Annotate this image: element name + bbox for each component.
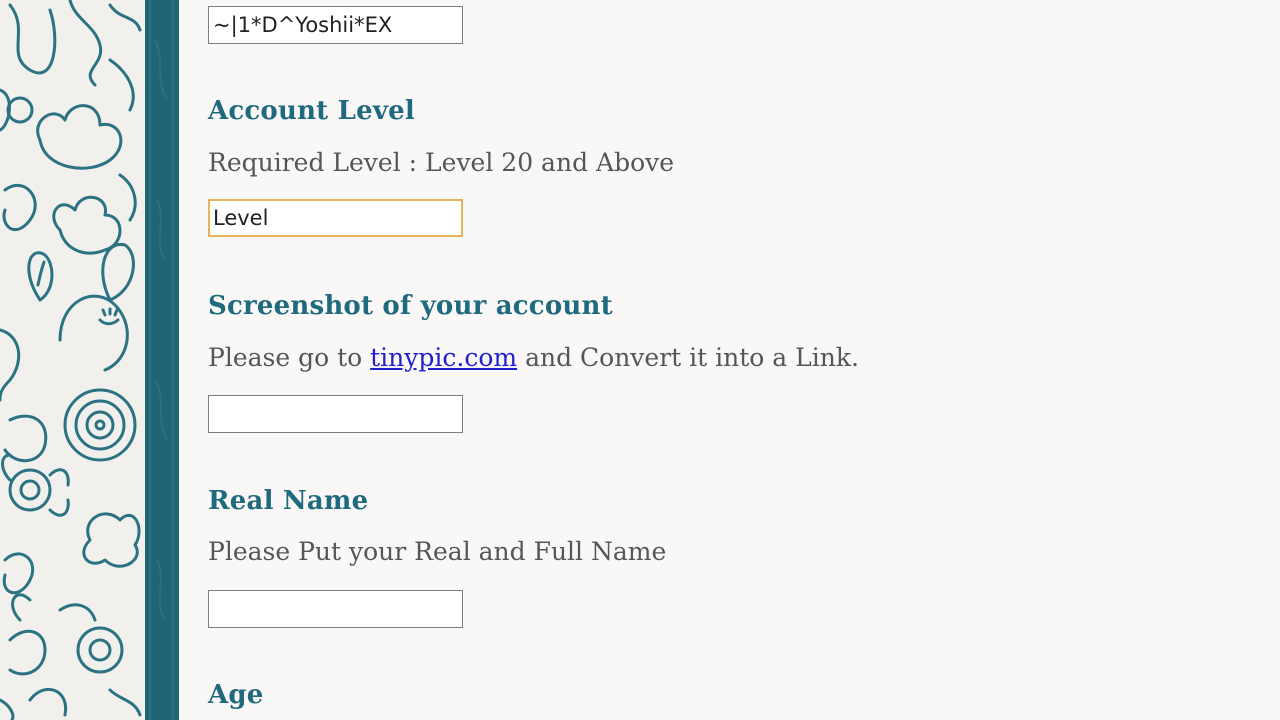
teal-border-strip bbox=[145, 0, 179, 720]
real-name-input[interactable] bbox=[208, 590, 463, 628]
screenshot-description-suffix: and Convert it into a Link. bbox=[517, 343, 859, 372]
screenshot-link-input[interactable] bbox=[208, 395, 463, 433]
username-input[interactable] bbox=[208, 6, 463, 44]
account-level-input[interactable] bbox=[208, 199, 463, 237]
screenshot-heading: Screenshot of your account bbox=[208, 291, 613, 321]
real-name-heading: Real Name bbox=[208, 486, 369, 516]
screenshot-description: Please go to tinypic.com and Convert it … bbox=[208, 343, 859, 372]
account-level-description: Required Level : Level 20 and Above bbox=[208, 148, 675, 177]
real-name-description: Please Put your Real and Full Name bbox=[208, 537, 667, 566]
doodle-pattern-icon bbox=[0, 0, 142, 720]
tinypic-link[interactable]: tinypic.com bbox=[370, 343, 517, 372]
account-level-heading: Account Level bbox=[208, 96, 415, 126]
age-heading: Age bbox=[208, 680, 264, 710]
form-content: Account Level Required Level : Level 20 … bbox=[179, 0, 1280, 720]
doodle-background bbox=[0, 0, 145, 720]
screenshot-description-prefix: Please go to bbox=[208, 343, 371, 372]
strip-texture-icon bbox=[149, 0, 174, 720]
